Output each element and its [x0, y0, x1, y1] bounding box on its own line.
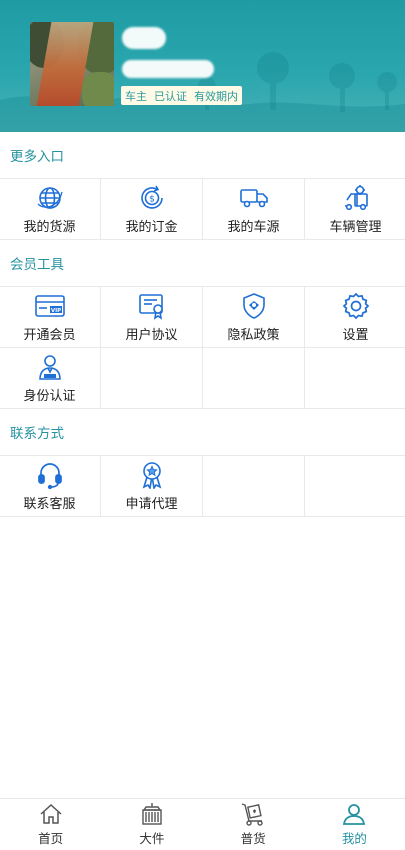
section-title-member: 会员工具 — [10, 257, 64, 273]
badge-role: 车主 — [125, 89, 147, 103]
tab-label: 我的 — [341, 831, 367, 846]
truck-icon — [237, 184, 271, 212]
menu-open-membership[interactable]: VIP 开通会员 — [0, 287, 100, 347]
globe-icon — [33, 184, 67, 212]
vip-card-icon: VIP — [33, 292, 67, 320]
tab-large-items[interactable]: 大件 — [101, 799, 202, 850]
menu-my-deposit[interactable]: $ 我的订金 — [101, 179, 202, 239]
bottom-tab-bar: 首页 大件 普货 我的 — [0, 798, 405, 850]
menu-label: 用户协议 — [125, 327, 178, 343]
menu-user-agreement[interactable]: 用户协议 — [101, 287, 202, 347]
username-redacted — [122, 27, 166, 49]
menu-label: 车辆管理 — [329, 219, 382, 235]
user-icon — [341, 802, 367, 826]
truck-gear-icon — [339, 184, 373, 212]
status-badges: 车主 已认证 有效期内 — [121, 86, 242, 105]
menu-my-cargo[interactable]: 我的货源 — [0, 179, 100, 239]
id-person-icon — [33, 353, 67, 381]
member-tools-grid: VIP 开通会员 用户协议 隐私政策 设置 身份认证 — [0, 286, 405, 409]
gear-icon — [339, 292, 373, 320]
certificate-icon — [135, 292, 169, 320]
empty-cell — [101, 348, 202, 408]
profile-header: 车主 已认证 有效期内 — [0, 0, 405, 132]
tab-home[interactable]: 首页 — [0, 799, 101, 850]
badge-validity: 有效期内 — [194, 89, 238, 103]
menu-identity-verification[interactable]: 身份认证 — [0, 348, 100, 408]
empty-cell — [203, 348, 304, 408]
main-content: 更多入口 我的货源 $ 我的订金 我的车源 车辆管理 会员工具 VIP 开通会员… — [0, 132, 405, 798]
svg-text:$: $ — [149, 194, 155, 204]
menu-label: 我的订金 — [125, 219, 178, 235]
contact-grid: 联系客服 申请代理 — [0, 455, 405, 517]
menu-privacy-policy[interactable]: 隐私政策 — [203, 287, 304, 347]
tab-label: 普货 — [240, 831, 266, 846]
tab-general-goods[interactable]: 普货 — [203, 799, 304, 850]
menu-label: 身份认证 — [23, 388, 76, 404]
svg-text:VIP: VIP — [50, 308, 60, 314]
menu-my-vehicles[interactable]: 我的车源 — [203, 179, 304, 239]
phone-redacted — [122, 60, 214, 78]
container-icon — [139, 802, 165, 826]
shield-icon — [237, 292, 271, 320]
menu-label: 我的货源 — [23, 219, 76, 235]
menu-label: 开通会员 — [23, 327, 76, 343]
menu-label: 设置 — [342, 327, 369, 343]
tab-mine[interactable]: 我的 — [304, 799, 405, 850]
more-entries-grid: 我的货源 $ 我的订金 我的车源 车辆管理 — [0, 178, 405, 240]
menu-label: 联系客服 — [23, 496, 76, 512]
menu-label: 我的车源 — [227, 219, 280, 235]
home-icon — [38, 802, 64, 826]
empty-cell — [203, 456, 304, 516]
section-title-more: 更多入口 — [10, 149, 64, 165]
hand-truck-icon — [240, 802, 266, 826]
menu-settings[interactable]: 设置 — [305, 287, 405, 347]
headset-icon — [33, 461, 67, 489]
menu-label: 隐私政策 — [227, 327, 280, 343]
empty-cell — [305, 348, 405, 408]
empty-cell — [305, 456, 405, 516]
badge-verified: 已认证 — [154, 89, 187, 103]
tab-label: 大件 — [139, 831, 165, 846]
tab-label: 首页 — [38, 831, 64, 846]
menu-label: 申请代理 — [125, 496, 178, 512]
dollar-coin-icon: $ — [135, 184, 169, 212]
avatar[interactable] — [30, 22, 114, 106]
menu-vehicle-management[interactable]: 车辆管理 — [305, 179, 405, 239]
section-title-contact: 联系方式 — [10, 426, 64, 442]
menu-apply-agent[interactable]: 申请代理 — [101, 456, 202, 516]
menu-customer-service[interactable]: 联系客服 — [0, 456, 100, 516]
medal-icon — [135, 461, 169, 489]
